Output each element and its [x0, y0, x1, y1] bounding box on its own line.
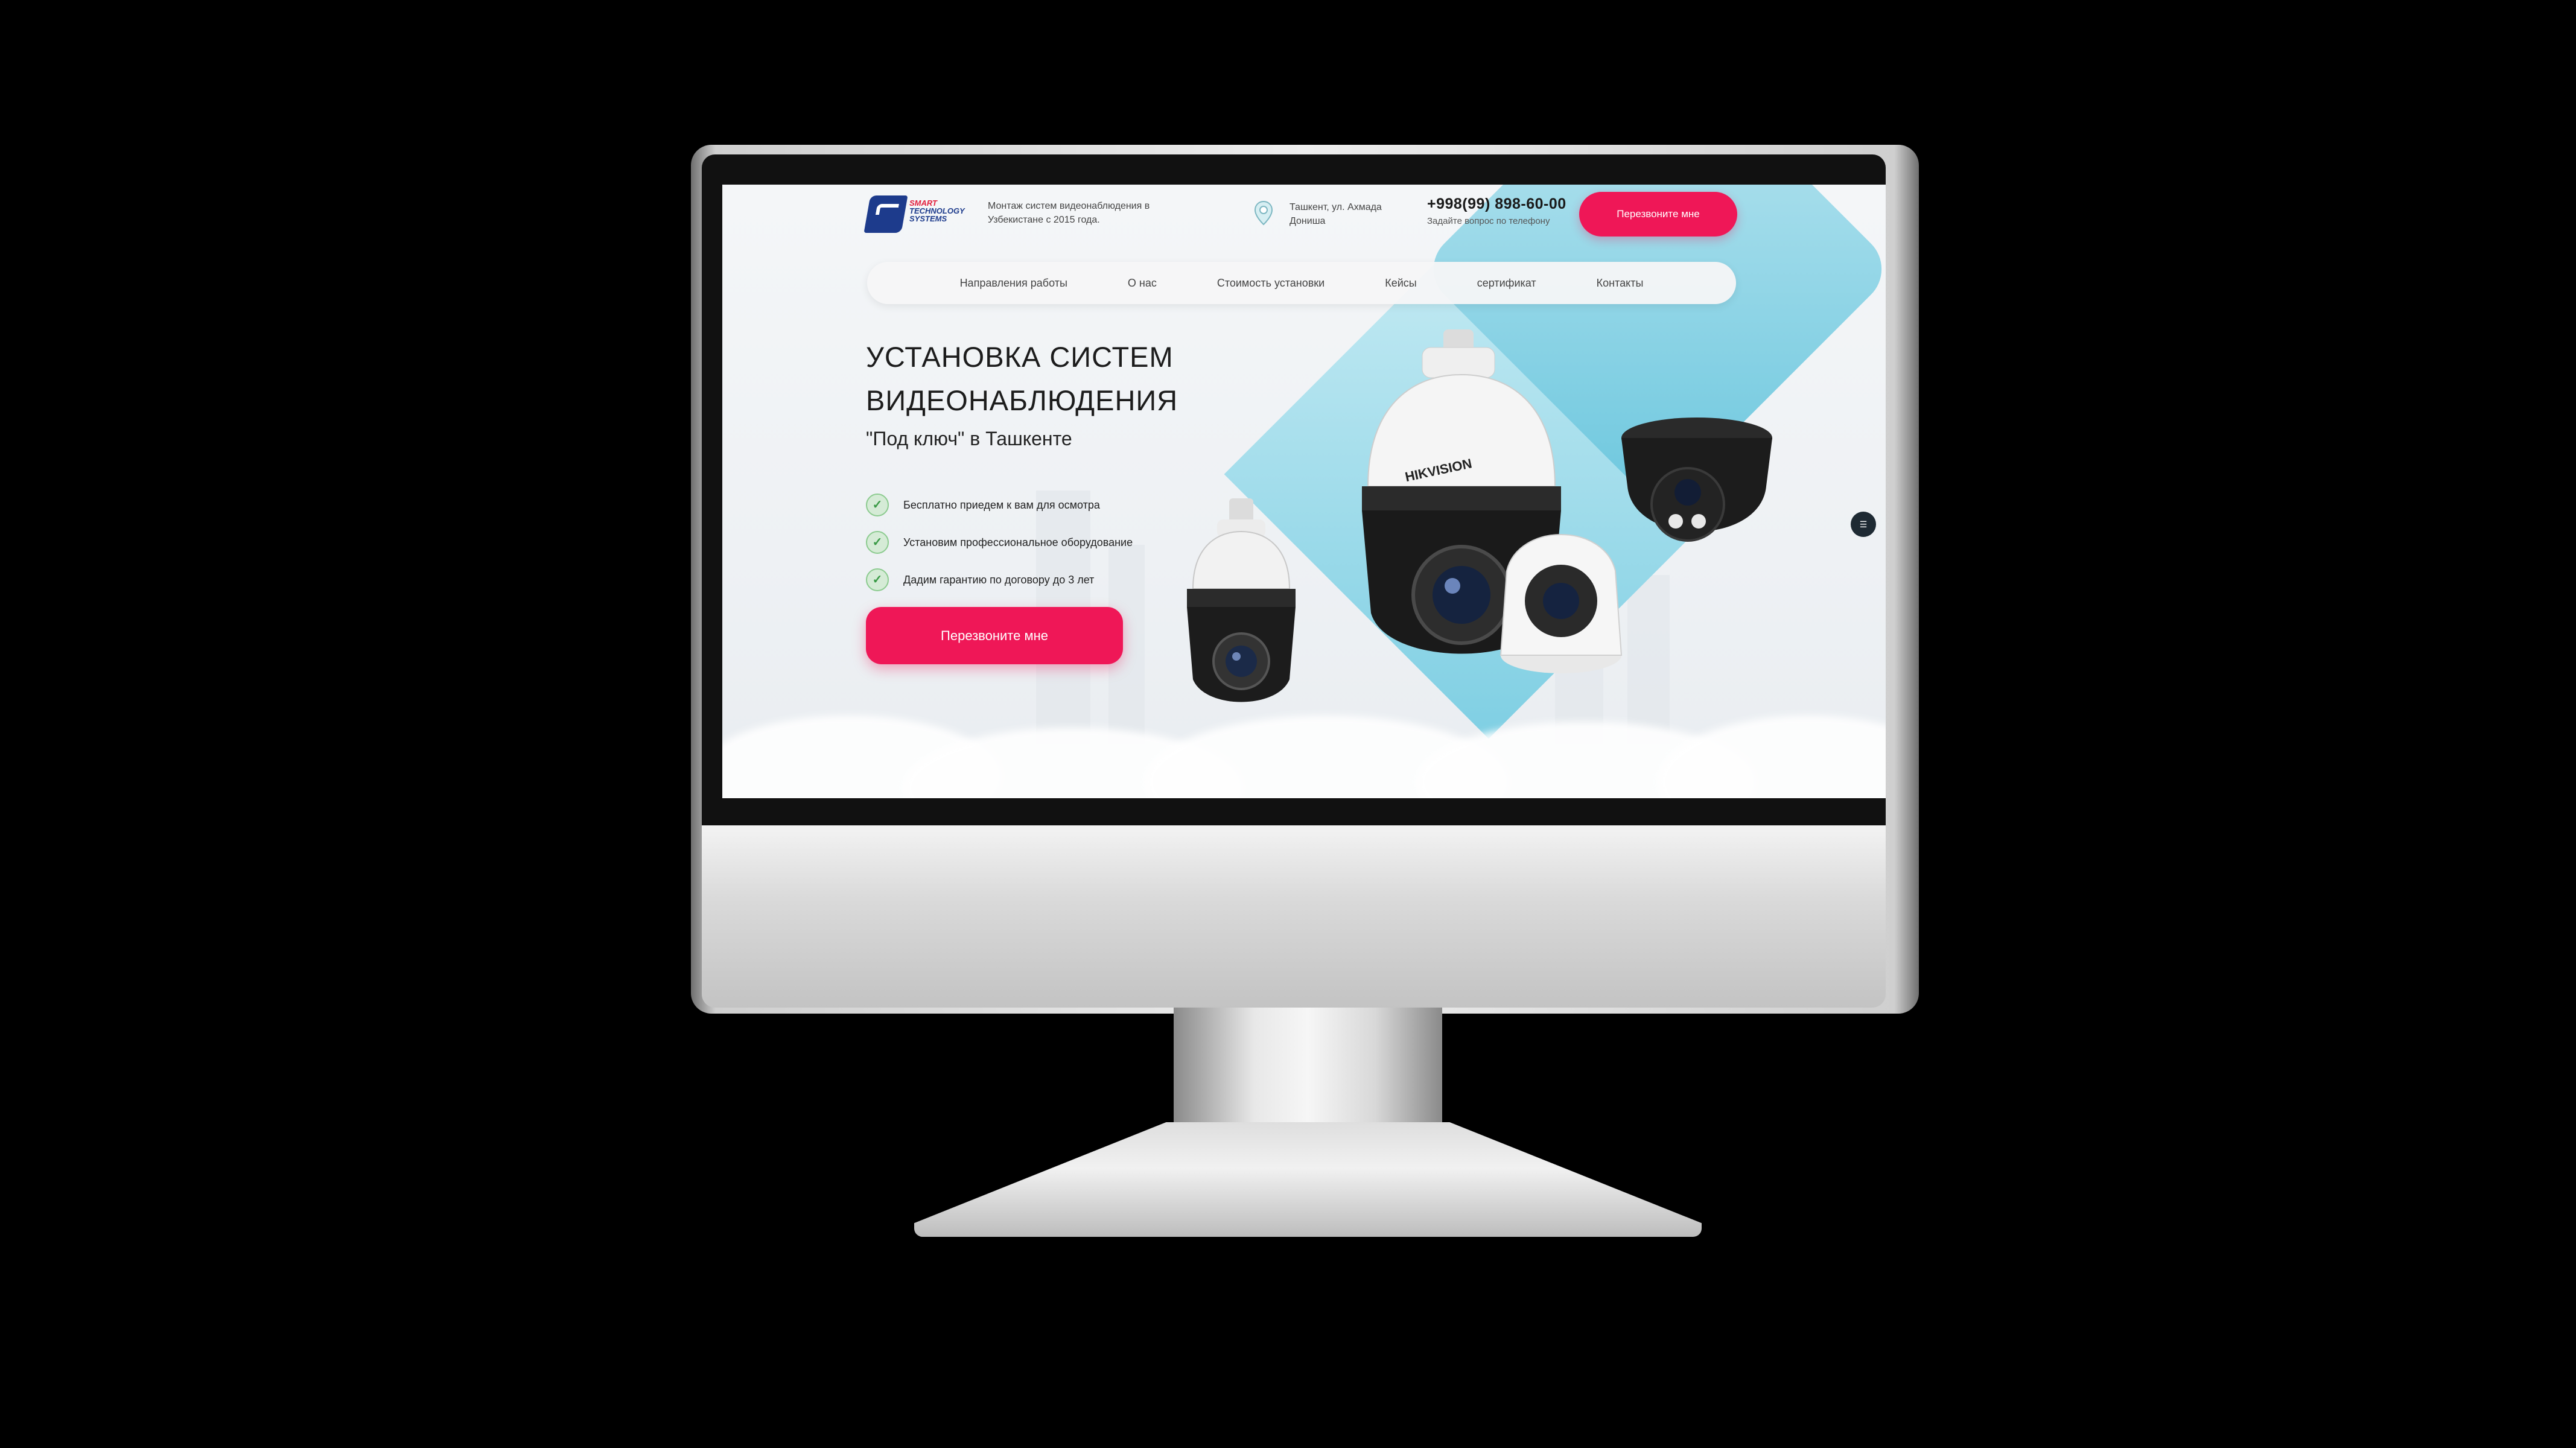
company-tagline: Монтаж систем видеонаблюдения в Узбекист… [988, 201, 1150, 225]
menu-icon: ☰ [1859, 519, 1868, 529]
benefit-item: ✓ Установим профессиональное оборудовани… [866, 524, 1133, 561]
monitor-chin [702, 825, 1886, 1008]
hero-title-line: УСТАНОВКА СИСТЕМ [866, 341, 1174, 373]
hero-title: УСТАНОВКА СИСТЕМ ВИДЕОНАБЛЮДЕНИЯ [866, 335, 1288, 422]
benefit-item: ✓ Дадим гарантию по договору до 3 лет [866, 561, 1133, 599]
benefit-item: ✓ Бесплатно приедем к вам для осмотра [866, 486, 1133, 524]
benefit-text: Дадим гарантию по договору до 3 лет [903, 573, 1095, 586]
benefit-text: Установим профессиональное оборудование [903, 536, 1133, 548]
office-address: Ташкент, ул. Ахмада Донишa [1290, 202, 1382, 226]
benefit-text: Бесплатно приедем к вам для осмотра [903, 498, 1100, 511]
company-logo[interactable]: SMART TECHNOLOGY SYSTEMS [863, 192, 965, 240]
main-navigation: Направления работы О нас Стоимость устан… [867, 262, 1736, 304]
check-circle-icon: ✓ [866, 568, 889, 591]
nav-item-directions[interactable]: Направления работы [930, 277, 1098, 290]
logo-wordmark: SMART TECHNOLOGY SYSTEMS [909, 199, 965, 223]
nav-item-contacts[interactable]: Контакты [1566, 277, 1674, 290]
location-pin-icon [1254, 200, 1273, 226]
logo-line: SYSTEMS [909, 214, 947, 223]
nav-item-certificate[interactable]: сертификат [1447, 277, 1566, 290]
turret-camera-black-image [1621, 418, 1772, 542]
benefits-list: ✓ Бесплатно приедем к вам для осмотра ✓ … [866, 486, 1133, 599]
side-menu-button[interactable]: ☰ [1851, 512, 1876, 537]
nav-item-cases[interactable]: Кейсы [1355, 277, 1447, 290]
header-callback-button[interactable]: Перезвоните мне [1579, 192, 1737, 237]
nav-item-pricing[interactable]: Стоимость установки [1187, 277, 1355, 290]
hero-callback-button[interactable]: Перезвоните мне [866, 607, 1123, 664]
logo-mark-icon [863, 195, 908, 233]
hero-title-line: ВИДЕОНАБЛЮДЕНИЯ [866, 384, 1178, 416]
monitor-stand-neck [1174, 1008, 1442, 1128]
phone-number[interactable]: +998(99) 898-60-00 [1427, 195, 1566, 213]
cloud [1658, 716, 1886, 798]
check-circle-icon: ✓ [866, 531, 889, 554]
check-circle-icon: ✓ [866, 494, 889, 516]
turret-camera-white-image [1499, 534, 1623, 673]
phone-caption: Задайте вопрос по телефону [1427, 216, 1550, 226]
ptz-camera-small-image [1187, 498, 1296, 702]
background-building [1627, 575, 1670, 744]
nav-item-about[interactable]: О нас [1098, 277, 1187, 290]
monitor-stand-base [914, 1122, 1702, 1237]
website-screen: SMART TECHNOLOGY SYSTEMS Монтаж систем в… [722, 185, 1886, 798]
hero-subtitle: "Под ключ" в Ташкенте [866, 428, 1072, 449]
